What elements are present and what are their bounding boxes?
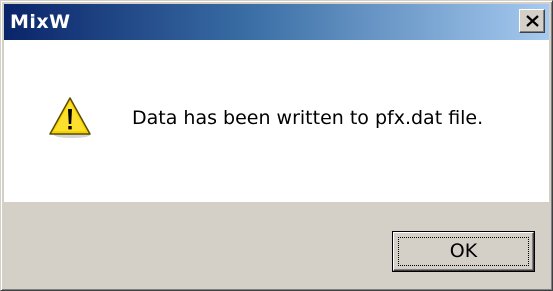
warning-icon [49,97,91,138]
message-area: Data has been written to pfx.dat file. [4,40,549,202]
message-dialog: MixW Data has been written to pfx.dat fi… [0,0,553,291]
button-bar: OK [4,202,549,287]
close-icon [526,15,539,27]
ok-button[interactable]: OK [392,231,535,272]
title-bar[interactable]: MixW [4,4,549,40]
close-button[interactable] [519,9,545,33]
dialog-message: Data has been written to pfx.dat file. [132,107,484,129]
window-title: MixW [10,11,71,33]
ok-button-label: OK [449,240,478,262]
